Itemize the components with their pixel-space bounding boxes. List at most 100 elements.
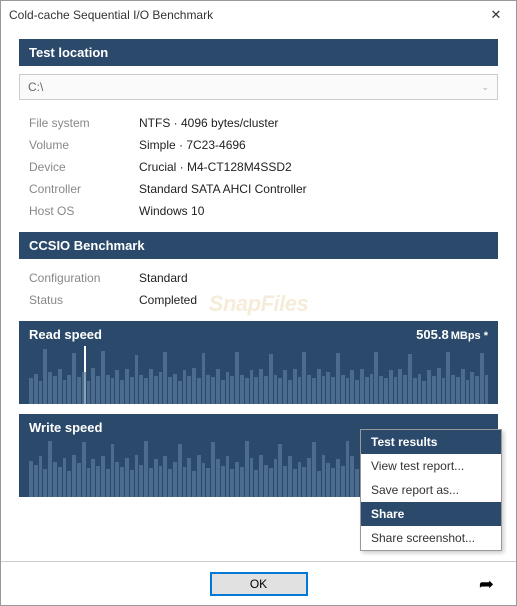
chart-bar [480,353,484,404]
chart-bar [58,369,62,404]
read-speed-panel: Read speed 505.8MBps * [19,321,498,404]
chart-bar [29,378,33,404]
section-header-location: Test location [19,39,498,66]
chart-bar [312,442,316,497]
chart-bar [139,465,143,497]
chart-bar [456,377,460,404]
chart-bar [442,378,446,404]
chart-bar [101,351,105,404]
chart-bar [216,459,220,497]
info-value: NTFS · 4096 bytes/cluster [139,116,278,130]
chart-bar [82,372,86,404]
chart-bar [394,377,398,404]
chart-bar [264,376,268,404]
chart-bar [250,458,254,497]
chart-bar [211,442,215,497]
info-value: Standard [139,271,188,285]
chart-bar [39,456,43,497]
chart-bar [183,370,187,404]
chart-bar [206,375,210,404]
chart-bar [293,369,297,404]
menu-save-report[interactable]: Save report as... [361,478,501,502]
chart-bar [283,466,287,497]
chart-bar [87,468,91,497]
chart-bar [235,462,239,497]
chart-bar [307,375,311,404]
chart-bar [34,374,38,404]
ok-button[interactable]: OK [210,572,308,596]
chart-bar [173,462,177,497]
chart-bar [240,467,244,497]
chart-bar [278,444,282,497]
location-dropdown[interactable]: C:\ ⌄ [19,74,498,100]
chart-bar [245,378,249,404]
chart-bar [288,456,292,497]
chart-bar [67,375,71,404]
chart-bar [422,381,426,404]
chart-bar [322,376,326,404]
info-row: DeviceCrucial · M4-CT128M4SSD2 [19,156,498,178]
chart-bar [350,370,354,404]
chart-bar [317,369,321,404]
chart-bar [331,468,335,497]
chart-bar [77,377,81,404]
chart-bar [302,352,306,404]
close-icon[interactable]: ✕ [484,3,508,27]
chart-bar [466,380,470,404]
chart-bar [159,466,163,497]
menu-share-screenshot[interactable]: Share screenshot... [361,526,501,550]
chart-bar [63,380,67,404]
chart-bar [192,471,196,497]
chart-bar [139,375,143,404]
chart-bar [370,374,374,404]
chart-bar [130,377,134,404]
chart-bar [350,456,354,497]
chart-bar [91,459,95,497]
chart-bar [221,380,225,404]
chart-bar [72,353,76,404]
info-value: Standard SATA AHCI Controller [139,182,307,196]
chart-bar [274,375,278,404]
chart-bar [259,369,263,404]
chart-bar [149,468,153,497]
chart-bar [197,378,201,404]
chart-bar [149,369,153,404]
chart-bar [48,441,52,497]
chart-bar [144,441,148,497]
chart-bar [216,369,220,404]
share-icon[interactable]: ➦ [479,574,494,595]
chart-bar [274,459,278,497]
chart-bar [322,455,326,497]
read-speed-chart [29,346,488,404]
chart-bar [331,377,335,404]
chart-bar [106,469,110,497]
chart-bar [48,372,52,404]
chart-bar [115,462,119,497]
chart-bar [298,462,302,497]
menu-view-report[interactable]: View test report... [361,454,501,478]
chart-bar [288,380,292,404]
chart-bar [43,349,47,404]
info-label: Controller [29,182,139,196]
chart-bar [278,378,282,404]
info-row: File systemNTFS · 4096 bytes/cluster [19,112,498,134]
chart-bar [106,375,110,404]
chart-bar [437,368,441,404]
chart-bar [283,370,287,404]
chevron-down-icon: ⌄ [481,82,489,93]
menu-header-results: Test results [361,430,501,454]
chart-bar [254,377,258,404]
chart-bar [154,459,158,497]
chart-bar [53,376,57,404]
chart-bar [125,458,129,497]
context-menu: Test results View test report... Save re… [360,429,502,551]
chart-bar [154,376,158,404]
chart-bar [413,378,417,404]
chart-bar [29,461,33,497]
chart-bar [403,375,407,404]
chart-bar [374,352,378,404]
info-label: Host OS [29,204,139,218]
chart-bar [221,466,225,497]
chart-bar [341,375,345,404]
chart-bar [187,458,191,497]
